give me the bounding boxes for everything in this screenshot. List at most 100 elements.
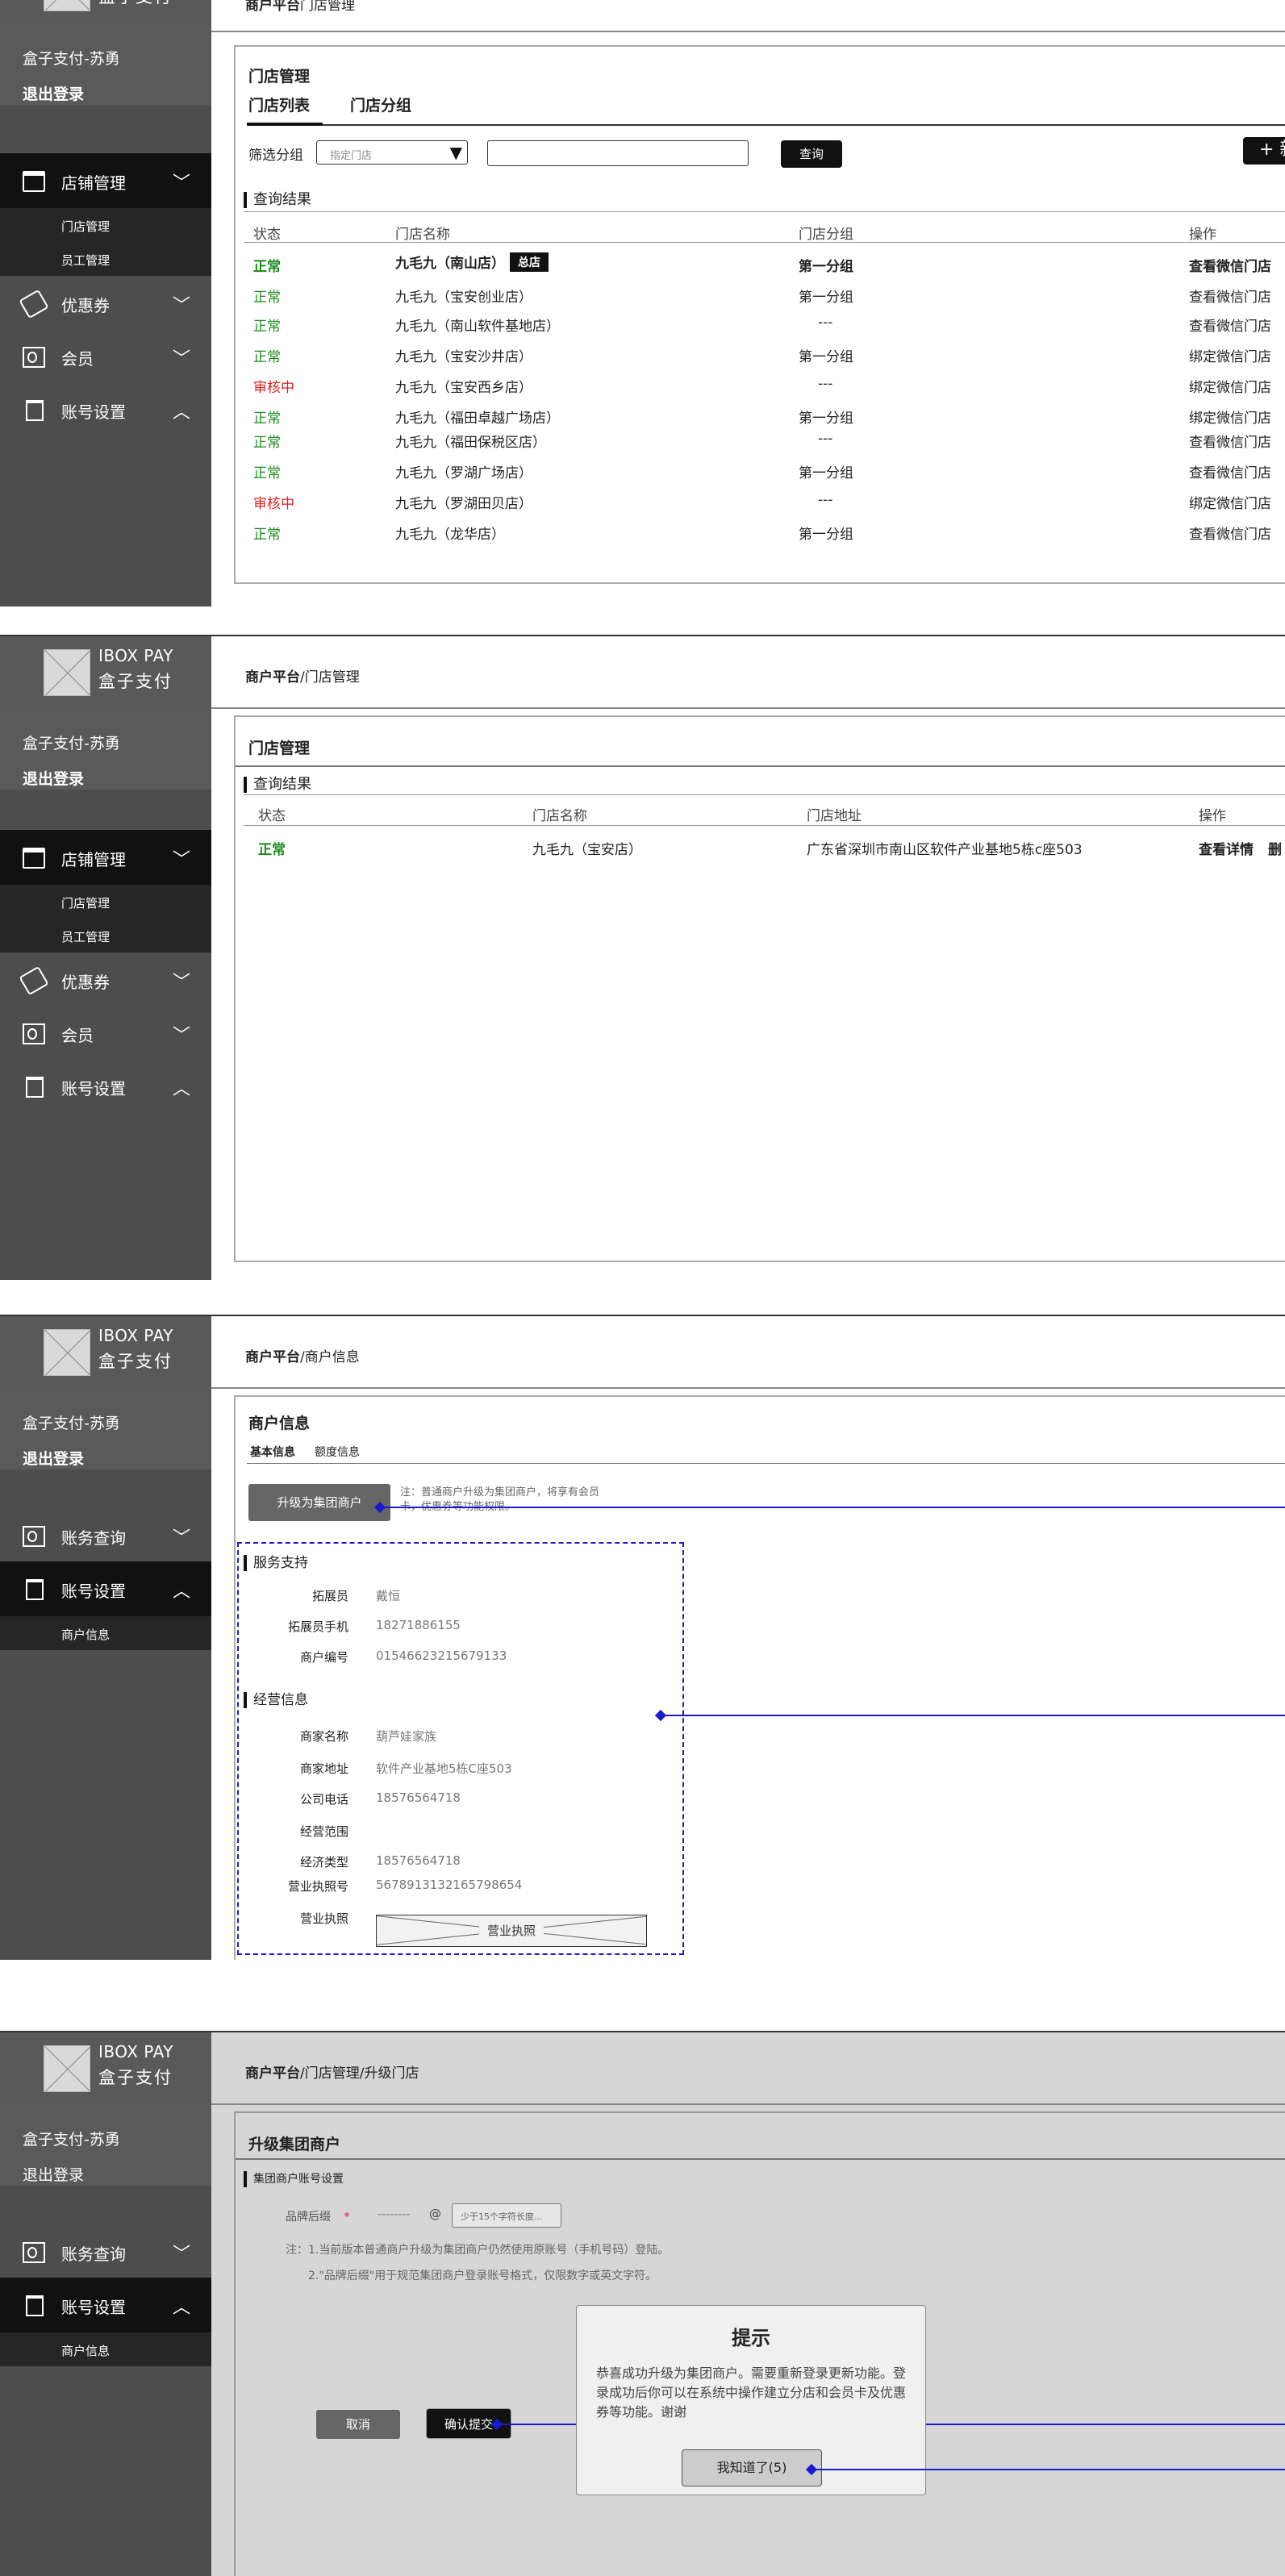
at-symbol: @	[429, 2207, 441, 2221]
store-card: 门店管理 查询结果 状态 门店名称 门店地址 操作 正常 九毛九（宝安店） 广东…	[234, 715, 1285, 1262]
divider	[244, 794, 1285, 795]
menu-account-settings[interactable]: 账号设置 ︿	[0, 1561, 211, 1616]
success-dialog: 提示 恭喜成功升级为集团商户。需要重新登录更新功能。登录成功后你可以在系统中操作…	[576, 2305, 926, 2495]
account-area: 盒子支付-苏勇 退出登录	[0, 1389, 211, 1469]
tab-basic-info[interactable]: 基本信息	[250, 1444, 295, 1460]
menu-account-query[interactable]: 账务查询 ﹀	[0, 1508, 211, 1563]
row-status: 审核中	[253, 380, 294, 396]
breadcrumb-root[interactable]: 商户平台	[245, 2065, 300, 2082]
row-action-link[interactable]: 查看微信门店	[1189, 255, 1271, 275]
submenu-staff-mgmt[interactable]: 员工管理	[0, 919, 211, 952]
menu-coupon[interactable]: 优惠券 ﹀	[0, 952, 211, 1007]
menu-store-management[interactable]: 店铺管理 ﹀	[0, 153, 211, 208]
breadcrumb-root[interactable]: 商户平台	[245, 0, 300, 14]
menu-label: 优惠券	[61, 296, 110, 315]
row-action-link[interactable]: 绑定微信门店	[1189, 492, 1271, 512]
delete-link[interactable]: 删	[1268, 838, 1282, 858]
store-list-screen: IBOX PAY 盒子支付 盒子支付-苏勇 退出登录 店铺管理 ﹀ 门店管理 员…	[0, 0, 1285, 606]
logout-link[interactable]: 退出登录	[23, 767, 84, 789]
row-name: 九毛九（南山店） 总店	[395, 252, 549, 272]
logo-subtitle: 盒子支付	[98, 2068, 173, 2087]
dialog-title: 提示	[732, 2327, 770, 2349]
tab-quota-info[interactable]: 额度信息	[315, 1444, 360, 1460]
logo-subtitle: 盒子支付	[98, 1352, 173, 1371]
row-action-link[interactable]: 查看微信门店	[1189, 461, 1271, 481]
row-action-link[interactable]: 查看微信门店	[1189, 523, 1271, 543]
row-action-link[interactable]: 绑定微信门店	[1189, 376, 1271, 396]
menu-member[interactable]: 会员 ﹀	[0, 1006, 211, 1061]
card-title: 升级集团商户	[248, 2136, 341, 2153]
breadcrumb-root[interactable]: 商户平台	[245, 669, 300, 686]
submenu-staff-mgmt[interactable]: 员工管理	[0, 242, 211, 276]
brand-suffix-input[interactable]: 少于15个字符长度...	[452, 2203, 561, 2228]
row-action-link[interactable]: 查看微信门店	[1189, 431, 1271, 451]
account-name: 盒子支付-苏勇	[23, 50, 120, 68]
col-name: 门店名称	[395, 227, 450, 243]
row-name: 九毛九（龙华店）	[395, 527, 505, 543]
row-action-link[interactable]: 查看微信门店	[1189, 286, 1271, 306]
row-name: 九毛九（宝安店）	[532, 842, 642, 858]
menu-account-settings[interactable]: 账号设置 ︿	[0, 2278, 211, 2332]
menu-account-settings[interactable]: 账号设置 ︿	[0, 382, 211, 437]
account-name: 盒子支付-苏勇	[23, 1415, 120, 1432]
menu-coupon[interactable]: 优惠券 ﹀	[0, 276, 211, 331]
menu-label: 店铺管理	[61, 173, 126, 193]
main-area: 商户平台门店管理 门店管理 门店列表 门店分组 筛选分组 指定门店 ▼ 查询 +…	[211, 0, 1285, 606]
chevron-down-icon: ﹀	[172, 850, 190, 870]
menu-account-query[interactable]: 账务查询 ﹀	[0, 2224, 211, 2279]
row-status: 正常	[253, 319, 281, 335]
chevron-up-icon: ︿	[172, 1582, 190, 1602]
col-group: 门店分组	[799, 227, 853, 243]
clipboard-icon	[26, 1077, 44, 1098]
member-card-icon	[23, 1023, 45, 1044]
logout-link[interactable]: 退出登录	[23, 82, 84, 104]
top-bar: 商户平台/门店管理	[211, 636, 1285, 709]
logout-link[interactable]: 退出登录	[23, 1447, 84, 1469]
brand-suffix-label: 品牌后缀 *	[286, 2208, 349, 2224]
top-bar: 商户平台/门店管理/升级门店	[211, 2032, 1285, 2105]
row-group: ---	[818, 315, 833, 331]
breadcrumb-root[interactable]: 商户平台	[245, 1349, 300, 1365]
add-store-button[interactable]: + 新	[1243, 137, 1285, 165]
menu-account-settings[interactable]: 账号设置 ︿	[0, 1059, 211, 1114]
group-filter-select[interactable]: 指定门店 ▼	[316, 140, 468, 165]
row-status: 正常	[253, 290, 281, 306]
search-input[interactable]	[487, 140, 749, 166]
row-action-link[interactable]: 绑定微信门店	[1189, 406, 1271, 427]
view-detail-link[interactable]: 查看详情	[1199, 838, 1254, 858]
row-name: 九毛九（福田卓越广场店）	[395, 411, 560, 427]
shop-icon	[23, 171, 45, 192]
row-name-text: 九毛九（南山店）	[395, 256, 505, 272]
row-group: 第一分组	[799, 259, 853, 275]
query-button[interactable]: 查询	[781, 140, 842, 168]
results-heading: 查询结果	[244, 192, 311, 208]
col-status: 状态	[253, 227, 281, 243]
tab-store-group[interactable]: 门店分组	[350, 94, 411, 115]
submenu-merchant-info[interactable]: 商户信息	[0, 1616, 211, 1650]
acknowledge-button[interactable]: 我知道了(5)	[682, 2449, 822, 2486]
shop-icon	[23, 848, 45, 869]
submenu-store-mgmt[interactable]: 门店管理	[0, 208, 211, 242]
upgrade-group-button[interactable]: 升级为集团商户	[248, 1484, 390, 1521]
menu-member[interactable]: 会员 ﹀	[0, 329, 211, 384]
chevron-up-icon: ︿	[172, 402, 190, 423]
row-action-link[interactable]: 查看微信门店	[1189, 315, 1271, 335]
logo-text: IBOX PAY	[98, 2042, 173, 2061]
logo-text: IBOX PAY	[98, 1326, 173, 1345]
submenu-merchant-info[interactable]: 商户信息	[0, 2332, 211, 2366]
sidebar: IBOX PAY 盒子支付 盒子支付-苏勇 退出登录 店铺管理 ﹀ 门店管理 员…	[0, 0, 211, 606]
logout-link[interactable]: 退出登录	[23, 2163, 84, 2185]
submenu-label: 商户信息	[61, 2344, 111, 2358]
tab-store-list[interactable]: 门店列表	[248, 94, 310, 115]
chevron-down-icon: ﹀	[172, 973, 190, 993]
tab-active-indicator	[247, 123, 323, 126]
logo-area: IBOX PAY 盒子支付	[0, 2032, 211, 2105]
submenu-store-mgmt[interactable]: 门店管理	[0, 885, 211, 919]
cancel-button[interactable]: 取消	[316, 2410, 400, 2439]
logo-placeholder-icon	[44, 1329, 90, 1376]
row-status: 正常	[253, 411, 281, 427]
row-group: 第一分组	[799, 465, 853, 481]
row-status: 正常	[253, 349, 281, 365]
menu-store-management[interactable]: 店铺管理 ﹀	[0, 830, 211, 885]
row-action-link[interactable]: 绑定微信门店	[1189, 345, 1271, 365]
